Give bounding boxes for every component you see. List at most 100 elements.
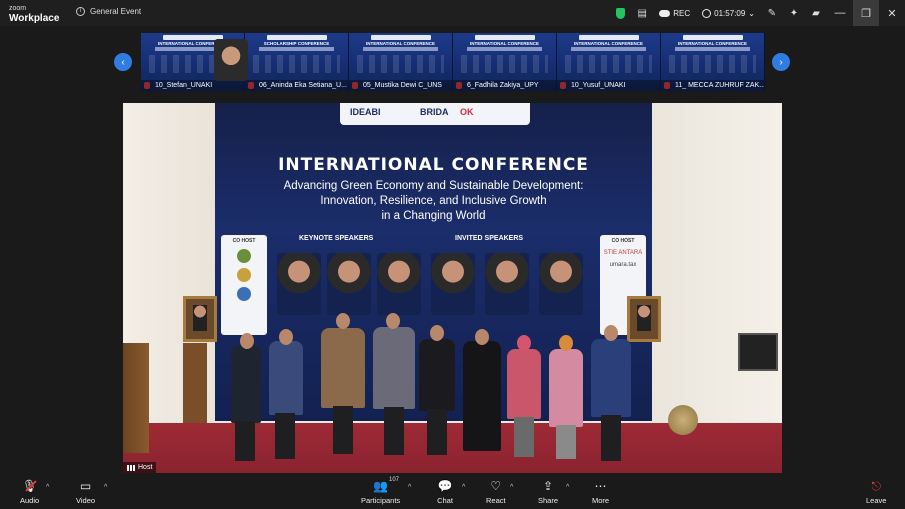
zoom-meeting-window: zoom Workplace i General Event ▤ REC 01:… (0, 0, 905, 509)
banner-subtitle-2: Innovation, Resilience, and Inclusive Gr… (320, 195, 547, 207)
audio-label: Audio (20, 496, 40, 505)
chat-options-caret[interactable]: ^ (462, 484, 465, 491)
brida-logo: BRIDA (420, 107, 449, 117)
zoom-workplace-logo: zoom Workplace (9, 4, 60, 24)
speaker-photo (327, 253, 371, 315)
timer-value: 01:57:09 (714, 8, 746, 18)
audio-button[interactable]: 🎙 Audio (20, 479, 39, 505)
info-icon: i (76, 7, 85, 16)
attendee (231, 345, 261, 423)
chat-button[interactable]: 💬 Chat (437, 479, 453, 505)
share-options-caret[interactable]: ^ (566, 484, 569, 491)
brand-line-2: Workplace (9, 13, 60, 24)
share-button[interactable]: ⇪ Share (538, 479, 558, 505)
meeting-toolbar: 🎙 Audio ^ ▭ Video ^ 👥 Participants 107 ^… (0, 475, 905, 509)
restore-button[interactable]: ❐ (853, 0, 879, 26)
chevron-left-icon: ‹ (121, 56, 125, 68)
attendee (507, 349, 541, 419)
speaker-photo (539, 253, 583, 315)
leave-button[interactable]: ⎋ Leave (866, 478, 887, 506)
encryption-shield-icon[interactable] (609, 0, 631, 26)
cloud-recording-indicator[interactable]: REC (659, 9, 690, 18)
minimize-button[interactable]: — (827, 0, 853, 26)
tile-banner-title: INTERNATIONAL CONFERENCE (677, 41, 748, 46)
attendee (321, 328, 365, 408)
share-screen-icon: ⇪ (542, 479, 554, 493)
notes-icon[interactable]: ▤ (631, 0, 653, 26)
participant-name: 6_Fadhila Zakiya_UPY (453, 80, 556, 91)
cloud-icon (659, 9, 671, 17)
signal-bars-icon (127, 464, 135, 471)
podium (123, 343, 149, 453)
cohost-label: CO HOST (611, 238, 635, 244)
clapperboard-icon[interactable]: ▰ (805, 0, 827, 26)
audio-options-caret[interactable]: ^ (46, 484, 49, 491)
speaker-photo (277, 253, 321, 315)
main-video-feed[interactable]: IDEABI BRIDA OK INTERNATIONAL CONFERENCE… (123, 103, 782, 473)
video-camera-icon: ▭ (79, 479, 92, 493)
attendee (419, 339, 455, 411)
participant-name: 05_Mustika Dewi C_UNS (349, 80, 452, 91)
speaker-photo (485, 253, 529, 315)
framed-portrait (183, 296, 217, 342)
strip-previous-button[interactable]: ‹ (114, 53, 132, 71)
speaker-photo (431, 253, 475, 315)
participants-label: Participants (361, 496, 401, 505)
keynote-heading: KEYNOTE SPEAKERS (299, 235, 374, 242)
attendee (463, 341, 501, 451)
meeting-timer[interactable]: 01:57:09 ⌄ (702, 8, 755, 18)
share-label: Share (538, 496, 559, 505)
participant-tile[interactable]: INTERNATIONAL CONFERENCE 6_Fadhila Zakiy… (453, 33, 557, 91)
speaker-photo (377, 253, 421, 315)
chat-bubble-icon: 💬 (437, 479, 453, 493)
react-button[interactable]: ♡ React (486, 479, 506, 505)
participant-name: 11_ MECCA ZUHRUF ZAK... (661, 80, 764, 91)
cohost-logo: STIE ANTARA (603, 250, 643, 256)
strip-next-button[interactable]: › (772, 53, 790, 71)
chevron-right-icon: › (779, 56, 783, 68)
more-dots-icon: ⋯ (594, 479, 607, 493)
title-bar-controls: ▤ REC 01:57:09 ⌄ ✎ ✦ ▰ — ❐ ✕ (609, 0, 905, 26)
more-label: More (592, 496, 610, 505)
meeting-info-button[interactable]: i General Event (76, 7, 141, 16)
attendee (373, 327, 415, 409)
sparkle-icon[interactable]: ✦ (783, 0, 805, 26)
meeting-title: General Event (90, 7, 142, 16)
sponsor-logo-bar: IDEABI BRIDA OK (340, 103, 530, 125)
participant-name: 06_Aninda Eka Setiana_U... (245, 80, 348, 91)
participant-tile[interactable]: INTERNATIONAL CONFERENCE 05_Mustika Dewi… (349, 33, 453, 91)
attendee (269, 341, 303, 415)
tile-banner-title: INTERNATIONAL CONFERENCE (469, 41, 540, 46)
monitor-screen (738, 333, 778, 371)
leave-door-icon: ⎋ (871, 478, 881, 493)
banner-subtitle-3: in a Changing World (381, 210, 486, 222)
banner-title: INTERNATIONAL CONFERENCE (278, 155, 589, 175)
tile-banner-title: SCHOLARSHIP CONFERENCE (263, 41, 330, 46)
close-button[interactable]: ✕ (879, 0, 905, 26)
title-bar: zoom Workplace i General Event ▤ REC 01:… (0, 0, 905, 26)
participant-tile[interactable]: SCHOLARSHIP CONFERENCE 06_Aninda Eka Set… (245, 33, 349, 91)
cohost-panel-left: CO HOST (221, 235, 267, 335)
participants-options-caret[interactable]: ^ (408, 484, 411, 491)
participant-tile[interactable]: INTERNATIONAL CONFERENCE 11_ MECCA ZUHRU… (661, 33, 765, 91)
cohost-label: CO HOST (232, 238, 256, 244)
ojk-logo: OK (460, 107, 474, 117)
tile-banner-title: INTERNATIONAL CONFERENCE (365, 41, 436, 46)
chevron-down-icon: ⌄ (748, 8, 755, 18)
framed-portrait (627, 296, 661, 342)
tile-banner-title: INTERNATIONAL CONFERENCE (573, 41, 644, 46)
rec-label: REC (673, 8, 691, 18)
host-name: Host (138, 464, 153, 471)
participants-icon: 👥 (373, 479, 389, 493)
more-button[interactable]: ⋯ More (592, 479, 609, 505)
video-options-caret[interactable]: ^ (104, 484, 107, 491)
ideabi-logo: IDEABI (350, 107, 381, 117)
react-label: React (486, 496, 506, 505)
participant-face-video (214, 39, 248, 81)
leave-label: Leave (866, 496, 887, 505)
cohost-logo: umara.tax (609, 262, 637, 268)
participant-tile[interactable]: INTERNATIONAL CONFERENCE 10_Yusuf_UNAKI (557, 33, 661, 91)
react-options-caret[interactable]: ^ (510, 484, 513, 491)
video-button[interactable]: ▭ Video (76, 479, 95, 505)
pen-icon[interactable]: ✎ (761, 0, 783, 26)
